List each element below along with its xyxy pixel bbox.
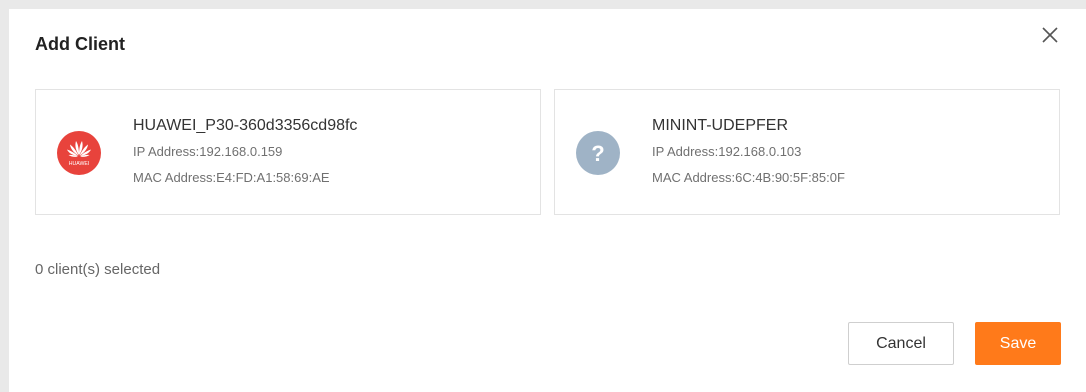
svg-text:?: ?: [591, 141, 604, 166]
save-button[interactable]: Save: [975, 322, 1061, 365]
client-mac: MAC Address:E4:FD:A1:58:69:AE: [133, 170, 330, 185]
client-name: MININT-UDEPFER: [652, 117, 788, 134]
unknown-device-icon: ?: [576, 131, 620, 175]
selected-count: 0 client(s) selected: [35, 261, 161, 278]
dialog-title: Add Client: [35, 34, 125, 54]
client-card-minint[interactable]: ? MININT-UDEPFER IP Address:192.168.0.10…: [554, 89, 1060, 215]
add-client-dialog: Add Client HUAWEI HUAWEI_P30-360d3356cd9…: [9, 9, 1086, 392]
client-card-huawei[interactable]: HUAWEI HUAWEI_P30-360d3356cd98fc IP Addr…: [35, 89, 541, 215]
client-name: HUAWEI_P30-360d3356cd98fc: [133, 117, 358, 134]
client-mac: MAC Address:6C:4B:90:5F:85:0F: [652, 170, 845, 185]
client-ip: IP Address:192.168.0.159: [133, 144, 283, 159]
client-ip: IP Address:192.168.0.103: [652, 144, 802, 159]
huawei-logo-icon: HUAWEI: [57, 131, 101, 175]
svg-text:HUAWEI: HUAWEI: [69, 161, 90, 167]
cancel-button[interactable]: Cancel: [848, 322, 954, 365]
close-icon[interactable]: [1038, 23, 1062, 47]
